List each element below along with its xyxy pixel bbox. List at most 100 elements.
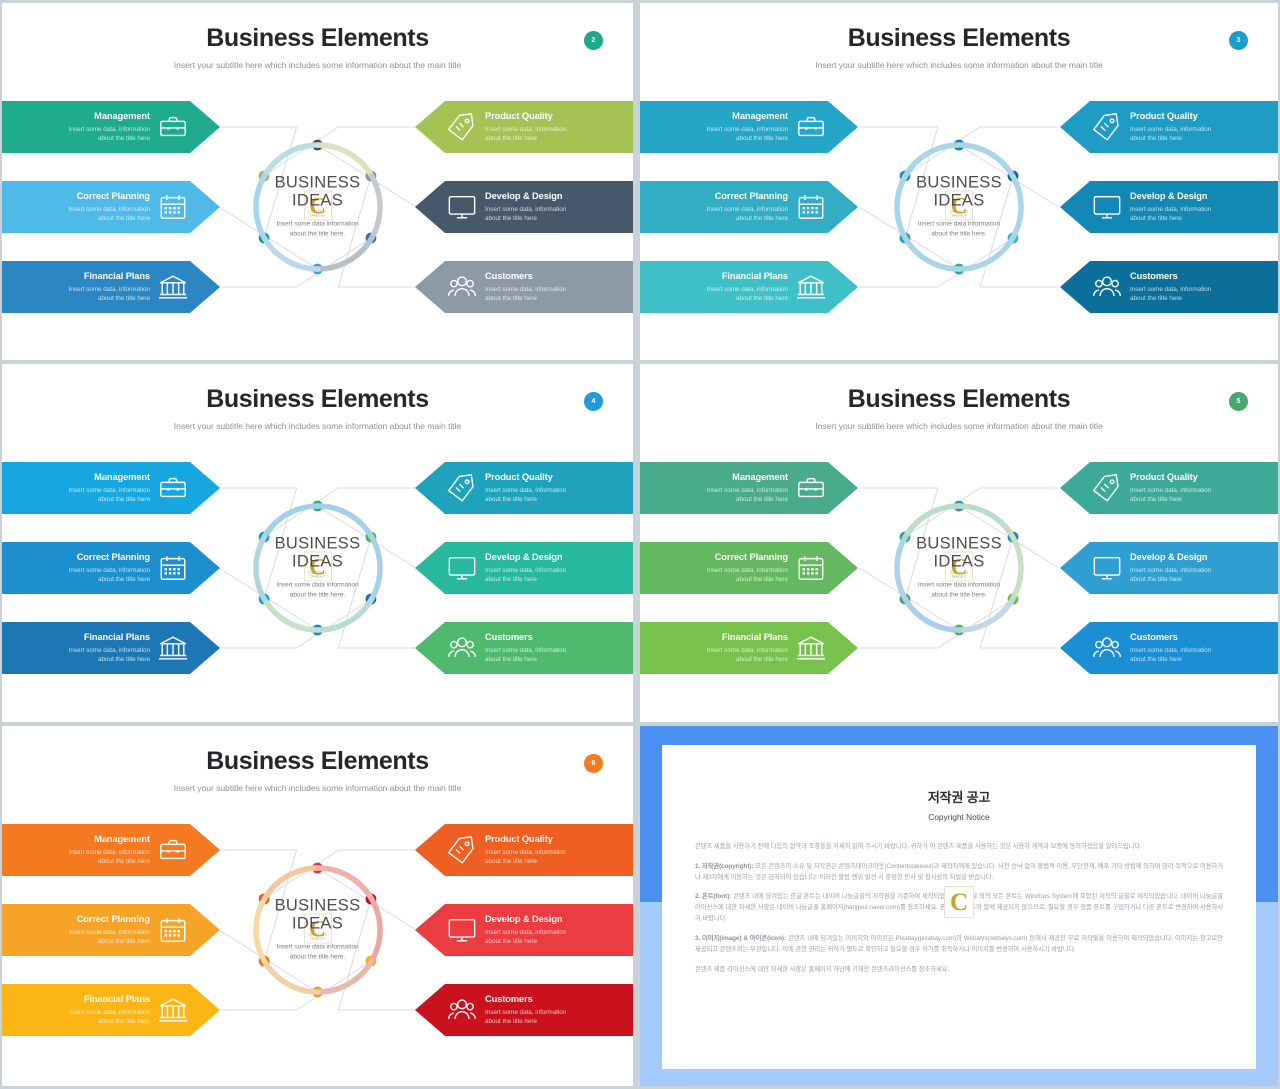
item-customers-title: Customers (485, 994, 533, 1005)
slide-thumbnail-4[interactable]: Business Elements Insert your subtitle he… (2, 364, 633, 722)
watermark-tag: CONTENTS TAKEOUT (949, 209, 969, 218)
watermark-tag: CONTENTS TAKEOUT (308, 570, 327, 579)
item-correct-planning[interactable]: Correct Planning Insert some data, inform… (640, 181, 858, 233)
slide-thumbnail-6[interactable]: Business Elements Insert your subtitle he… (2, 726, 633, 1086)
item-financial-plans-title: Financial Plans (721, 271, 788, 282)
item-management-desc: Insert some data, information about the t… (68, 486, 150, 503)
item-management[interactable]: Management Insert some data, information a… (640, 101, 858, 153)
watermark-tag: CONTENTS TAKEOUT (308, 209, 327, 218)
item-financial-plans[interactable]: Financial Plans Insert some data, informa… (2, 622, 220, 674)
item-develop-design-title: Develop & Design (1130, 191, 1208, 202)
slide-thumbnail-5[interactable]: Business Elements Insert your subtitle he… (640, 364, 1278, 722)
item-management-desc: Insert some data, information about the t… (706, 125, 788, 142)
item-management-text: Management Insert some data, information a… (12, 472, 156, 503)
slide-header: Business Elements Insert your subtitle he… (2, 726, 633, 794)
item-correct-planning[interactable]: Correct Planning Insert some data, inform… (2, 904, 220, 956)
center-hub: C CONTENTS TAKEOUT BUSINESS IDEAS Insert som… (251, 140, 385, 274)
item-develop-design[interactable]: Develop & Design Insert some data, inform… (1060, 181, 1278, 233)
item-product-quality-title: Product Quality (485, 111, 553, 122)
page-number-badge: 5 (1229, 392, 1248, 411)
item-customers-text: Customers Insert some data, information ab… (479, 271, 623, 302)
item-customers-title: Customers (485, 271, 533, 282)
item-correct-planning[interactable]: Correct Planning Insert some data, inform… (2, 181, 220, 233)
page-subtitle: Insert your subtitle here which includes… (815, 421, 1103, 432)
item-financial-plans[interactable]: Financial Plans Insert some data, informa… (2, 261, 220, 313)
page-subtitle: Insert your subtitle here which includes… (173, 421, 462, 432)
item-correct-planning-text: Correct Planning Insert some data, inform… (650, 552, 794, 583)
item-develop-design[interactable]: Develop & Design Insert some data, inform… (415, 181, 633, 233)
item-financial-plans-text: Financial Plans Insert some data, informa… (650, 271, 794, 302)
item-financial-plans[interactable]: Financial Plans Insert some data, informa… (640, 261, 858, 313)
item-management-text: Management Insert some data, information a… (12, 111, 156, 142)
hub-content: C CONTENTS TAKEOUT BUSINESS IDEAS Insert som… (256, 174, 380, 239)
item-management[interactable]: Management Insert some data, information a… (2, 824, 220, 876)
slide-thumbnail-copyright[interactable]: 저작권 공고 Copyright Notice 콘텐츠 제품을 사용하기 전에 … (640, 726, 1278, 1086)
item-correct-planning-title: Correct Planning (714, 191, 788, 202)
item-develop-design-text: Develop & Design Insert some data, inform… (479, 191, 623, 222)
item-financial-plans[interactable]: Financial Plans Insert some data, informa… (640, 622, 858, 674)
slide-thumbnail-3[interactable]: Business Elements Insert your subtitle he… (640, 3, 1278, 360)
item-customers[interactable]: Customers Insert some data, information ab… (1060, 622, 1278, 674)
item-customers[interactable]: Customers Insert some data, information ab… (415, 984, 633, 1036)
contents-takeout-watermark: C (944, 886, 974, 918)
item-develop-design[interactable]: Develop & Design Insert some data, inform… (1060, 542, 1278, 594)
slide-header: Business Elements Insert your subtitle he… (2, 3, 633, 71)
item-customers[interactable]: Customers Insert some data, information ab… (1060, 261, 1278, 313)
watermark-tag: CONTENTS TAKEOUT (308, 932, 327, 941)
bank-icon (794, 270, 828, 304)
copyright-title-ko: 저작권 공고 (927, 790, 991, 805)
center-hub: C CONTENTS TAKEOUT BUSINESS IDEAS Insert som… (892, 140, 1026, 274)
item-financial-plans-desc: Insert some data, information about the t… (706, 285, 788, 302)
item-product-quality[interactable]: Product Quality Insert some data, informa… (1060, 101, 1278, 153)
item-develop-design[interactable]: Develop & Design Insert some data, inform… (415, 542, 633, 594)
item-financial-plans-desc: Insert some data, information about the t… (68, 1008, 150, 1025)
page-number-badge: 6 (584, 754, 603, 773)
item-correct-planning[interactable]: Correct Planning Insert some data, inform… (640, 542, 858, 594)
item-develop-design-text: Develop & Design Insert some data, inform… (1124, 552, 1268, 583)
item-product-quality[interactable]: Product Quality Insert some data, informa… (1060, 462, 1278, 514)
item-product-quality-title: Product Quality (485, 834, 553, 845)
item-product-quality-text: Product Quality Insert some data, informa… (1124, 472, 1268, 503)
item-correct-planning-title: Correct Planning (76, 552, 150, 563)
item-correct-planning-title: Correct Planning (714, 552, 788, 563)
item-product-quality[interactable]: Product Quality Insert some data, informa… (415, 824, 633, 876)
item-management[interactable]: Management Insert some data, information a… (640, 462, 858, 514)
item-management-desc: Insert some data, information about the t… (706, 486, 788, 503)
price-tag-icon (1090, 471, 1124, 505)
item-financial-plans[interactable]: Financial Plans Insert some data, informa… (2, 984, 220, 1036)
item-product-quality[interactable]: Product Quality Insert some data, informa… (415, 101, 633, 153)
watermark-tag: CONTENTS TAKEOUT (949, 570, 969, 579)
item-financial-plans-title: Financial Plans (83, 271, 150, 282)
slide-header: Business Elements Insert your subtitle he… (640, 3, 1278, 71)
item-management-desc: Insert some data, information about the t… (68, 125, 150, 142)
item-management[interactable]: Management Insert some data, information a… (2, 462, 220, 514)
bank-icon (156, 631, 190, 665)
bank-icon (794, 631, 828, 665)
hub-title: BUSINESS IDEAS (916, 173, 1002, 210)
item-customers[interactable]: Customers Insert some data, information ab… (415, 622, 633, 674)
item-customers-desc: Insert some data, information about the t… (485, 1008, 567, 1025)
item-product-quality[interactable]: Product Quality Insert some data, informa… (415, 462, 633, 514)
item-management-text: Management Insert some data, information a… (12, 834, 156, 865)
item-develop-design[interactable]: Develop & Design Insert some data, inform… (415, 904, 633, 956)
item-product-quality-title: Product Quality (485, 472, 553, 483)
copyright-title-en: Copyright Notice (928, 812, 990, 822)
briefcase-icon (156, 471, 190, 505)
item-develop-design-title: Develop & Design (485, 191, 563, 202)
page-subtitle: Insert your subtitle here which includes… (173, 60, 462, 71)
people-icon (445, 993, 479, 1027)
slide-thumbnail-2[interactable]: Business Elements Insert your subtitle he… (2, 3, 633, 360)
hub-description: Insert some data information about the ti… (917, 581, 1001, 599)
page-title: Business Elements (206, 747, 429, 775)
item-develop-design-text: Develop & Design Insert some data, inform… (479, 914, 623, 945)
item-customers-desc: Insert some data, information about the t… (1130, 646, 1212, 663)
item-customers-desc: Insert some data, information about the t… (1130, 285, 1212, 302)
hub-title: BUSINESS IDEAS (274, 896, 361, 933)
item-correct-planning[interactable]: Correct Planning Insert some data, inform… (2, 542, 220, 594)
item-customers-text: Customers Insert some data, information ab… (479, 994, 623, 1025)
slide-header: Business Elements Insert your subtitle he… (2, 364, 633, 432)
item-customers[interactable]: Customers Insert some data, information ab… (415, 261, 633, 313)
item-management[interactable]: Management Insert some data, information a… (2, 101, 220, 153)
item-develop-design-text: Develop & Design Insert some data, inform… (479, 552, 623, 583)
item-financial-plans-title: Financial Plans (721, 632, 788, 643)
